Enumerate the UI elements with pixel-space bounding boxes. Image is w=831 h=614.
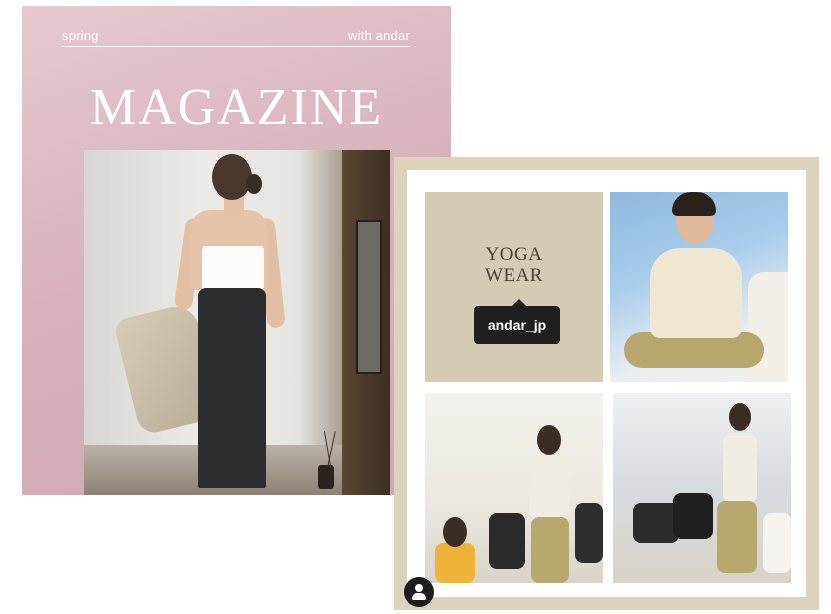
photo-instructor-top <box>529 455 569 519</box>
magazine-card: spring with andar MAGAZINE <box>22 6 451 495</box>
photo-person-top <box>202 246 264 290</box>
photo-instructor-top <box>723 433 757 503</box>
photo-participant <box>673 493 713 539</box>
magazine-brand-label: with andar <box>348 28 410 43</box>
magazine-title: MAGAZINE <box>89 79 384 136</box>
photo-person-pants <box>198 288 266 488</box>
photo-person-hair <box>672 192 716 216</box>
photo-vase <box>318 465 334 489</box>
photo-instructor-head <box>537 425 561 455</box>
photo-instructor-head <box>729 403 751 431</box>
photo-participant <box>435 543 475 583</box>
magazine-header: spring with andar <box>62 28 410 47</box>
meditation-photo-tile <box>610 192 788 382</box>
yoga-post-grid: YOGA WEAR andar_jp <box>407 170 806 597</box>
magazine-season-label: spring <box>62 28 99 43</box>
photo-person-head <box>212 154 252 200</box>
photo-person-hair-bun <box>246 174 262 194</box>
profile-icon-head <box>415 584 423 592</box>
user-profile-icon[interactable] <box>404 577 434 607</box>
class-photo-tile-2 <box>613 393 791 583</box>
photo-participant <box>575 503 603 563</box>
magazine-cover-photo <box>84 150 390 495</box>
yoga-post-card: YOGA WEAR andar_jp <box>394 157 819 610</box>
photo-participant <box>763 513 791 573</box>
photo-instructor-pants <box>717 501 757 573</box>
yoga-title: YOGA WEAR <box>425 244 603 286</box>
yoga-title-line: YOGA <box>485 244 543 265</box>
photo-participant-head <box>443 517 467 547</box>
yoga-title-tile: YOGA WEAR andar_jp <box>425 192 603 382</box>
profile-icon-body <box>412 593 426 600</box>
photo-instructor-pants <box>531 517 569 583</box>
class-photo-tile <box>425 393 603 583</box>
photo-person-body <box>650 248 742 338</box>
photo-participant <box>489 513 525 569</box>
user-tag[interactable]: andar_jp <box>474 299 560 344</box>
yoga-title-line: WEAR <box>485 265 543 286</box>
photo-doorframe <box>342 150 390 495</box>
